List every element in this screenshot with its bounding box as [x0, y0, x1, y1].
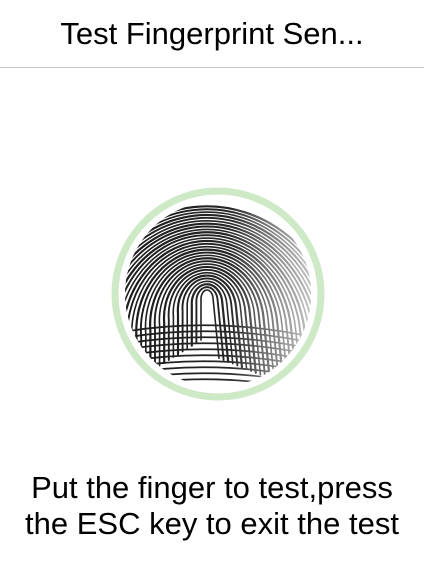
fingerprint-icon [111, 187, 325, 401]
instructions-line-2: the ESC key to exit the test [25, 506, 399, 541]
fingerprint-sensor-area [107, 183, 329, 405]
window-title: Test Fingerprint Sen... [60, 15, 364, 51]
title-bar: Test Fingerprint Sen... [0, 0, 424, 68]
instructions-line-1: Put the finger to test,press [31, 470, 393, 505]
instructions-text: Put the finger to test,press the ESC key… [0, 470, 424, 542]
